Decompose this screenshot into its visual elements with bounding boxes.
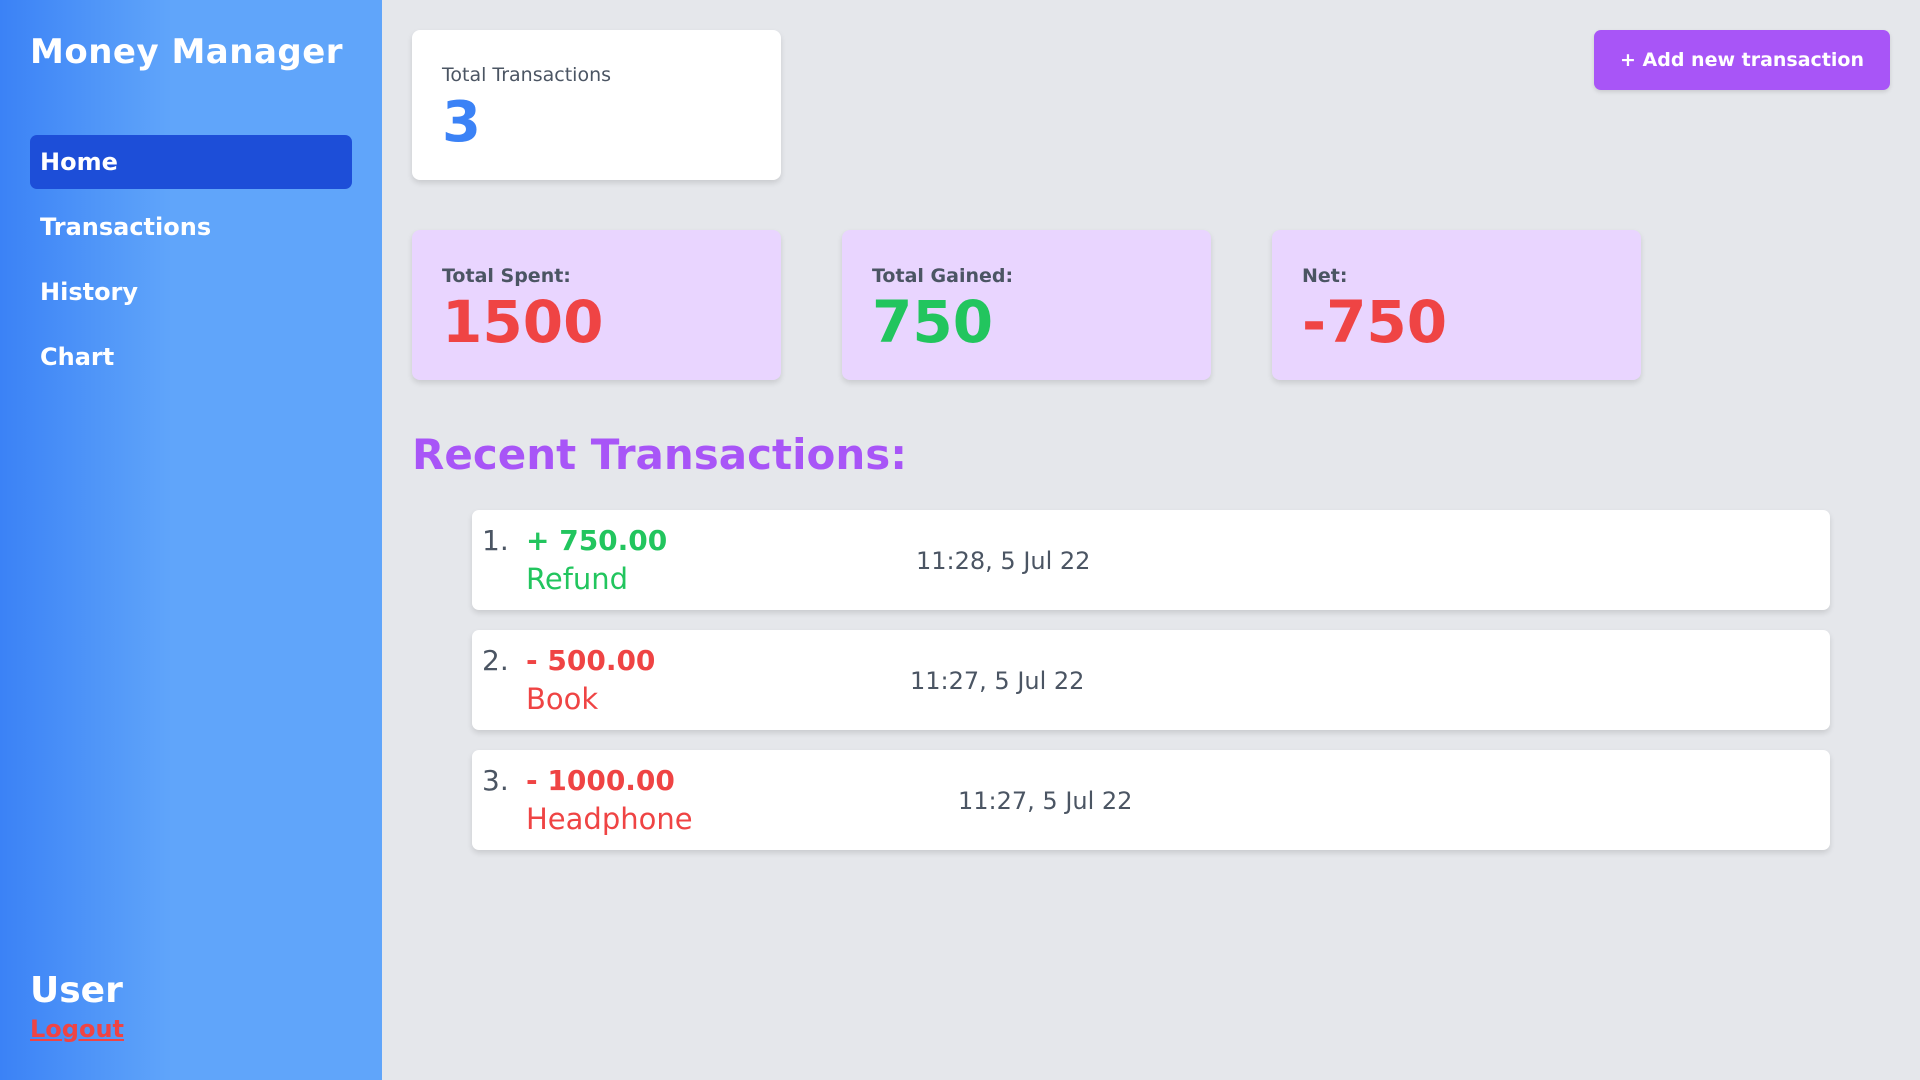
total-spent-label: Total Spent: bbox=[442, 265, 571, 287]
transaction-list: 1. + 750.00 Refund 11:28, 5 Jul 22 2. - … bbox=[472, 510, 1830, 870]
total-spent-card: Total Spent: 1500 bbox=[412, 230, 781, 380]
net-label: Net: bbox=[1302, 265, 1348, 287]
item-description: Refund bbox=[526, 562, 629, 596]
total-gained-value: 750 bbox=[872, 288, 994, 356]
item-description: Headphone bbox=[526, 802, 693, 836]
total-transactions-value: 3 bbox=[442, 90, 481, 155]
net-card: Net: -750 bbox=[1272, 230, 1641, 380]
item-number: 3. bbox=[482, 764, 509, 797]
item-amount: - 500.00 bbox=[526, 644, 656, 677]
user-name: User bbox=[30, 970, 123, 1011]
app-title: Money Manager bbox=[30, 32, 344, 72]
sidebar-item-transactions[interactable]: Transactions bbox=[30, 200, 352, 254]
item-number: 1. bbox=[482, 524, 509, 557]
item-number: 2. bbox=[482, 644, 509, 677]
sidebar-nav: Home Transactions History Chart bbox=[30, 135, 352, 395]
total-gained-card: Total Gained: 750 bbox=[842, 230, 1211, 380]
item-timestamp: 11:28, 5 Jul 22 bbox=[916, 547, 1091, 575]
sidebar-item-history[interactable]: History bbox=[30, 265, 352, 319]
list-item[interactable]: 3. - 1000.00 Headphone 11:27, 5 Jul 22 bbox=[472, 750, 1830, 850]
list-item[interactable]: 2. - 500.00 Book 11:27, 5 Jul 22 bbox=[472, 630, 1830, 730]
logout-link[interactable]: Logout bbox=[30, 1015, 124, 1043]
recent-transactions-title: Recent Transactions: bbox=[412, 430, 908, 479]
app: Money Manager Home Transactions History … bbox=[0, 0, 1920, 1080]
item-timestamp: 11:27, 5 Jul 22 bbox=[958, 787, 1133, 815]
total-spent-value: 1500 bbox=[442, 288, 604, 356]
total-transactions-card: Total Transactions 3 bbox=[412, 30, 781, 180]
sidebar: Money Manager Home Transactions History … bbox=[0, 0, 382, 1080]
item-timestamp: 11:27, 5 Jul 22 bbox=[910, 667, 1085, 695]
net-value: -750 bbox=[1302, 288, 1448, 356]
item-amount: - 1000.00 bbox=[526, 764, 675, 797]
user-block: User Logout bbox=[30, 970, 124, 1043]
total-transactions-label: Total Transactions bbox=[442, 64, 612, 86]
add-transaction-button[interactable]: + Add new transaction bbox=[1594, 30, 1890, 90]
total-gained-label: Total Gained: bbox=[872, 265, 1014, 287]
sidebar-item-home[interactable]: Home bbox=[30, 135, 352, 189]
main-content: Total Transactions 3 + Add new transacti… bbox=[382, 0, 1920, 1080]
list-item[interactable]: 1. + 750.00 Refund 11:28, 5 Jul 22 bbox=[472, 510, 1830, 610]
item-amount: + 750.00 bbox=[526, 524, 668, 557]
sidebar-item-chart[interactable]: Chart bbox=[30, 330, 352, 384]
item-description: Book bbox=[526, 682, 599, 716]
